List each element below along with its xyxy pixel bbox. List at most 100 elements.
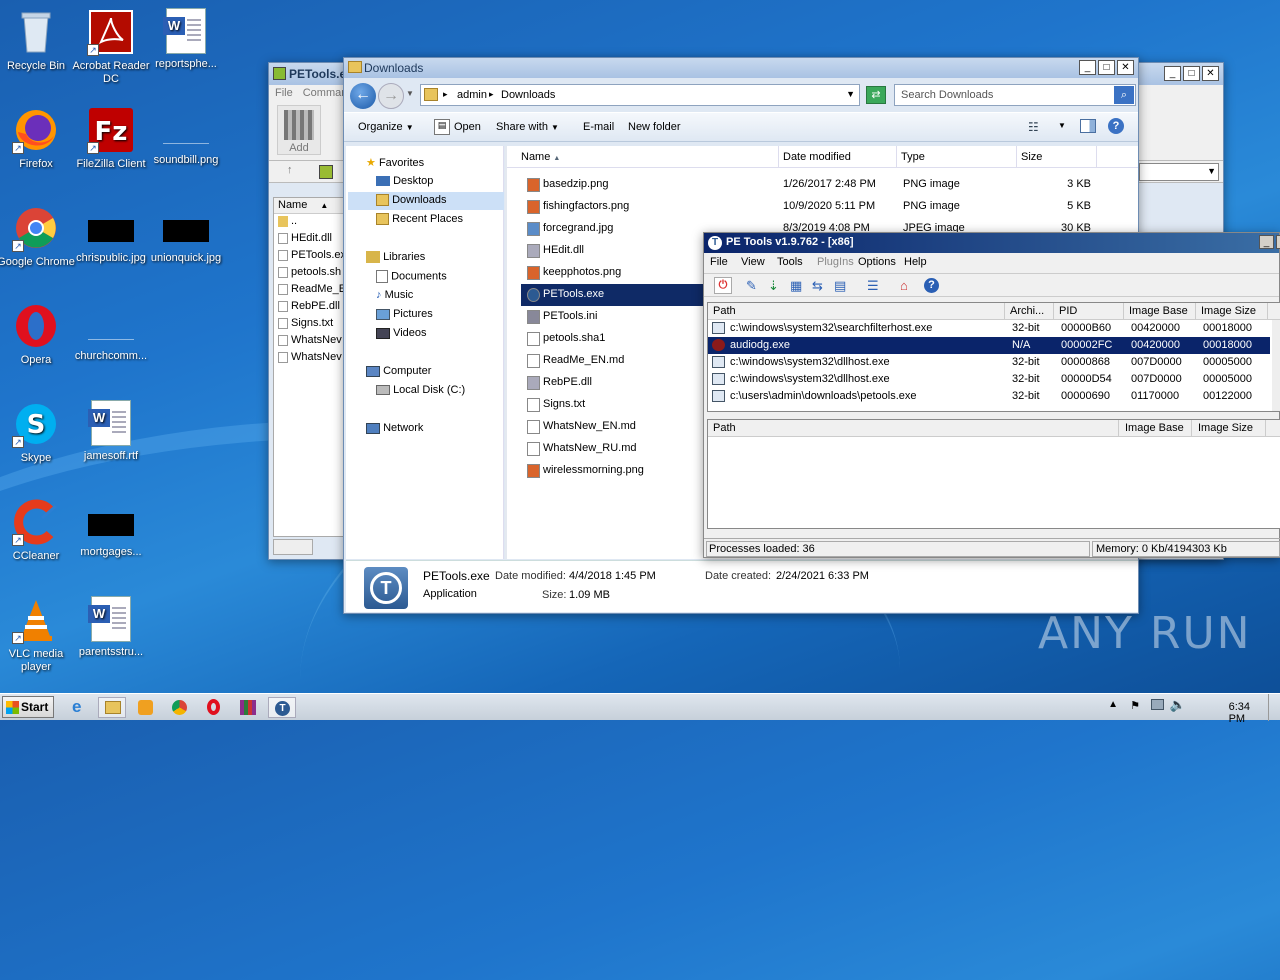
list-item[interactable]: RebPE.dll (274, 299, 344, 316)
petools-window[interactable]: T PE Tools v1.9.762 - [x86] _ □ File Vie… (703, 232, 1280, 558)
change-view-icon[interactable]: ☷ (1028, 120, 1039, 134)
file-row[interactable]: fishingfactors.png 10/9/2020 5:11 PM PNG i… (507, 196, 1138, 218)
power-icon[interactable]: ⏻ (714, 277, 732, 294)
column-header-size[interactable]: Size (1017, 146, 1097, 168)
title-bar[interactable]: Downloads _ □ ✕ (344, 58, 1138, 78)
organize-menu[interactable]: Organize ▼ (358, 121, 414, 133)
open-button[interactable]: Open (454, 121, 481, 133)
search-input[interactable]: Search Downloads (901, 89, 993, 101)
close-button[interactable]: ✕ (1117, 60, 1134, 75)
process-row[interactable]: audiodg.exe N/A 000002FC 00420000 00018000 (708, 337, 1270, 354)
breadcrumb-downloads[interactable]: Downloads (501, 89, 555, 101)
start-button[interactable]: Start (2, 696, 54, 718)
column-header-type[interactable]: Type (897, 146, 1017, 168)
process-list-scrollbar[interactable] (1272, 320, 1280, 411)
column-header-path[interactable]: Path (708, 303, 1005, 320)
nav-item-recent-places[interactable]: Recent Places (376, 213, 463, 226)
process-list[interactable]: Path Archi... PID Image Base Image Size … (707, 302, 1280, 412)
minimize-button[interactable]: _ (1079, 60, 1096, 75)
column-header-date[interactable]: Date modified (779, 146, 897, 168)
menu-file[interactable]: File (710, 256, 741, 270)
search-box[interactable]: Search Downloads ⌕ (894, 84, 1136, 106)
process-row[interactable]: c:\windows\system32\dllhost.exe 32-bit 000… (708, 354, 1270, 371)
name-column-header[interactable]: Name ▲ (274, 198, 344, 214)
help-icon[interactable]: ? (1108, 118, 1124, 134)
search-icon[interactable]: ⌕ (1114, 86, 1134, 104)
module-list[interactable]: Path Image Base Image Size (707, 419, 1280, 529)
menu-plugins[interactable]: PlugIns (817, 256, 858, 270)
desktop-icon-churchcomm[interactable]: churchcomm... (71, 302, 151, 363)
sync-icon[interactable]: ⇆ (812, 278, 823, 294)
nav-computer[interactable]: Computer (366, 365, 431, 377)
desktop-icon-filezilla[interactable]: Fz ↗ FileZilla Client (71, 106, 151, 171)
path-dropdown[interactable]: ▼ (1139, 163, 1219, 181)
desktop-icon-firefox[interactable]: ↗ Firefox (0, 106, 76, 171)
taskbar-explorer[interactable] (98, 697, 126, 718)
show-hidden-icons[interactable]: ▲ (1108, 699, 1118, 710)
edit-pe-icon[interactable]: ✎ (746, 278, 757, 294)
email-button[interactable]: E-mail (583, 121, 614, 133)
column-header-arch[interactable]: Archi... (1005, 303, 1054, 320)
desktop-icon-ccleaner[interactable]: ↗ CCleaner (0, 498, 76, 563)
recent-pages-dropdown[interactable]: ▼ (406, 89, 414, 98)
desktop-icon-mortgages[interactable]: mortgages... (71, 498, 151, 559)
address-dropdown-icon[interactable]: ▼ (846, 89, 855, 99)
share-with-menu[interactable]: Share with ▼ (496, 121, 559, 133)
refresh-button[interactable]: ⇄ (866, 86, 886, 104)
options-icon[interactable]: ▤ (834, 278, 846, 294)
module-header-image-base[interactable]: Image Base (1119, 420, 1192, 437)
desktop-icon-vlc[interactable]: ↗ VLC media player (0, 596, 76, 674)
preview-pane-icon[interactable] (1080, 119, 1096, 133)
list-item[interactable]: WhatsNev (274, 350, 344, 367)
close-button[interactable]: ✕ (1202, 66, 1219, 81)
breadcrumb-admin[interactable]: admin (457, 89, 487, 101)
title-bar[interactable]: T PE Tools v1.9.762 - [x86] _ □ (704, 233, 1280, 253)
menu-tools[interactable]: Tools (777, 256, 817, 270)
view-toggle[interactable] (273, 539, 313, 555)
nav-item-pictures[interactable]: Pictures (376, 308, 433, 320)
file-row[interactable]: basedzip.png 1/26/2017 2:48 PM PNG image 3 … (507, 174, 1138, 196)
dump-icon[interactable]: ⇣ (768, 278, 779, 294)
nav-item-videos[interactable]: Videos (376, 327, 427, 339)
taskbar-chrome[interactable] (166, 697, 194, 718)
show-desktop-button[interactable] (1268, 694, 1280, 721)
desktop-icon-soundbill[interactable]: soundbill.png (146, 106, 226, 167)
minimize-button[interactable]: _ (1259, 235, 1274, 249)
up-arrow-icon[interactable]: ↑ (287, 164, 293, 176)
column-header-pid[interactable]: PID (1054, 303, 1124, 320)
address-bar[interactable]: ▸ admin ▸ Downloads ▼ (420, 84, 860, 106)
help-icon[interactable]: ? (924, 278, 939, 293)
desktop-icon-unionquick[interactable]: unionquick.jpg (146, 204, 226, 265)
chevron-down-icon[interactable]: ▼ (1058, 121, 1066, 130)
taskbar-winrar[interactable] (234, 697, 262, 718)
column-header-name[interactable]: Name ▲ (507, 146, 779, 168)
nav-libraries[interactable]: Libraries (366, 251, 425, 264)
desktop-icon-skype[interactable]: S ↗ Skype (0, 400, 76, 465)
list-icon[interactable]: ☰ (867, 278, 879, 294)
nav-item-desktop[interactable]: Desktop (376, 175, 433, 187)
desktop-icon-acrobat[interactable]: ↗ Acrobat Reader DC (71, 8, 151, 86)
menu-view[interactable]: View (741, 256, 777, 270)
nav-network[interactable]: Network (366, 422, 423, 434)
back-button[interactable]: ← (350, 83, 376, 109)
process-row[interactable]: c:\users\admin\downloads\petools.exe 32-b… (708, 388, 1270, 405)
network-tray-icon[interactable] (1151, 699, 1164, 710)
desktop-icon-chrispublic[interactable]: chrispublic.jpg (71, 204, 151, 265)
menu-file[interactable]: File (275, 87, 293, 101)
maximize-button[interactable]: □ (1098, 60, 1115, 75)
list-item[interactable]: ReadMe_E (274, 282, 344, 299)
forward-button[interactable]: → (378, 83, 404, 109)
new-folder-button[interactable]: New folder (628, 121, 681, 133)
menu-options[interactable]: Options (858, 256, 904, 270)
taskbar-petools[interactable]: T (268, 697, 296, 718)
file-list[interactable]: Name ▲ .. HEdit.dll PETools.ex petools.sh Re… (273, 197, 345, 537)
nav-item-music[interactable]: ♪ Music (376, 289, 413, 301)
menu-commands[interactable]: Commar (303, 87, 345, 101)
module-header-image-size[interactable]: Image Size (1192, 420, 1266, 437)
desktop-icon-chrome[interactable]: ↗ Google Chrome (0, 204, 76, 269)
maximize-button[interactable]: □ (1183, 66, 1200, 81)
desktop-icon-jamesoff[interactable]: W jamesoff.rtf (71, 400, 151, 463)
process-row[interactable]: c:\windows\system32\dllhost.exe 32-bit 000… (708, 371, 1270, 388)
nav-favorites[interactable]: ★ Favorites (366, 156, 424, 169)
nav-item-local-disk[interactable]: Local Disk (C:) (376, 384, 465, 396)
